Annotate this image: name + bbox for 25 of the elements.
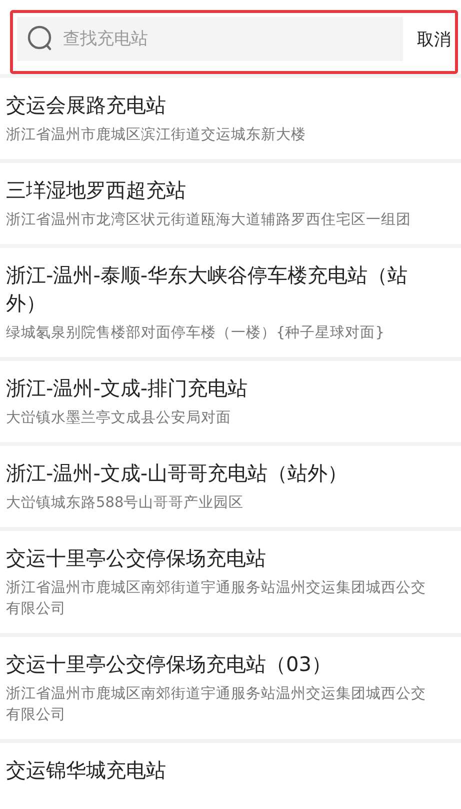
station-name: 交运会展路充电站 xyxy=(6,92,167,119)
station-item[interactable]: 浙江-温州-文成-排门充电站 大峃镇水墨兰亭文成县公安局对面 xyxy=(0,357,461,442)
station-name: 三垟湿地罗西超充站 xyxy=(6,177,187,204)
station-address: 浙江省温州市鹿城区南郊街道宇通服务站温州交运集团城西公交有限公司 xyxy=(6,578,427,619)
station-name: 交运锦华城充电站 xyxy=(6,757,167,784)
station-item[interactable]: 交运锦华城充电站 xyxy=(0,739,461,797)
station-address: 浙江省温州市鹿城区滨江街道交运城东新大楼 xyxy=(6,126,307,145)
station-address: 大峃镇城东路588号山哥哥产业园区 xyxy=(6,494,245,513)
station-name: 浙江-温州-文成-排门充电站 xyxy=(6,375,249,402)
search-field[interactable]: 查找充电站 xyxy=(17,17,403,61)
cancel-button[interactable]: 取消 xyxy=(403,28,451,50)
station-address: 大峃镇水墨兰亭文成县公安局对面 xyxy=(6,408,232,428)
station-address: 浙江省温州市龙湾区状元街道瓯海大道辅路罗西住宅区一组团 xyxy=(6,210,412,230)
station-item[interactable]: 交运十里亭公交停保场充电站 浙江省温州市鹿城区南郊街道宇通服务站温州交运集团城西公交有限公司 xyxy=(0,527,461,633)
station-name: 交运十里亭公交停保场充电站 xyxy=(6,545,267,572)
station-item[interactable]: 交运十里亭公交停保场充电站（03） 浙江省温州市鹿城区南郊街道宇通服务站温州交运集团城西公交有限公司 xyxy=(0,633,461,739)
station-name: 浙江-温州-泰顺-华东大峡谷停车楼充电站（站外） xyxy=(6,262,409,317)
station-name: 交运十里亭公交停保场充电站（03） xyxy=(6,651,332,678)
station-item[interactable]: 浙江-温州-文成-山哥哥充电站（站外） 大峃镇城东路588号山哥哥产业园区 xyxy=(0,442,461,527)
station-item[interactable]: 三垟湿地罗西超充站 浙江省温州市龙湾区状元街道瓯海大道辅路罗西住宅区一组团 xyxy=(0,159,461,244)
station-address: 绿城氡泉别院售楼部对面停车楼（一楼）{种子星球对面} xyxy=(6,324,386,343)
station-item[interactable]: 交运会展路充电站 浙江省温州市鹿城区滨江街道交运城东新大楼 xyxy=(0,74,461,159)
station-item[interactable]: 浙江-温州-泰顺-华东大峡谷停车楼充电站（站外） 绿城氡泉别院售楼部对面停车楼（一楼）{种子星球对面} xyxy=(0,244,461,357)
station-address: 浙江省温州市鹿城区南郊街道宇通服务站温州交运集团城西公交有限公司 xyxy=(6,684,427,725)
station-name: 浙江-温州-文成-山哥哥充电站（站外） xyxy=(6,460,349,487)
